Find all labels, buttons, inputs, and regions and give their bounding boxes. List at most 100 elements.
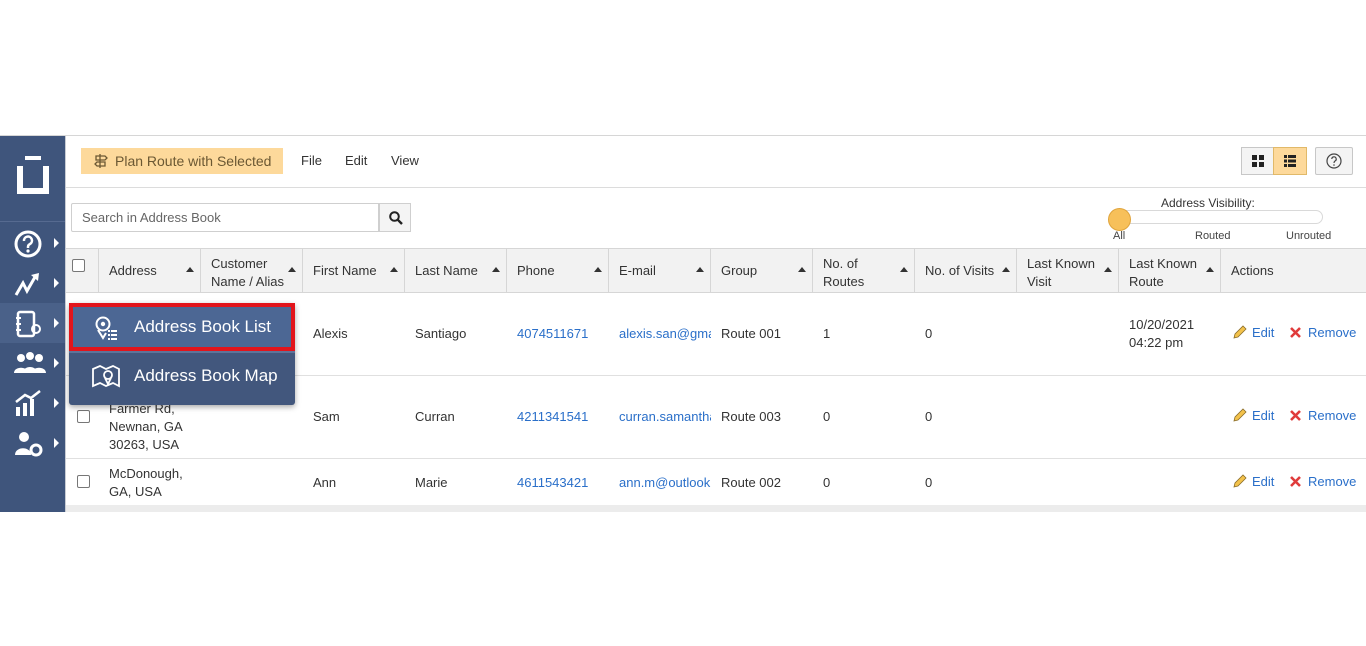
- address-cell-line: GA, USA: [109, 484, 162, 499]
- select-all-checkbox[interactable]: [72, 259, 85, 272]
- address-cell-line: Newnan, GA: [109, 419, 183, 434]
- group-cell: Route 002: [721, 475, 781, 490]
- column-header-last-visit[interactable]: Last Known Visit: [1017, 249, 1119, 292]
- visibility-title: Address Visibility:: [1161, 196, 1255, 210]
- route-plan-icon: [14, 273, 39, 296]
- menu-edit[interactable]: Edit: [345, 153, 367, 168]
- search-bar: [71, 203, 411, 232]
- email-link[interactable]: ann.m@outlook.: [619, 474, 711, 492]
- pencil-icon: [1233, 325, 1247, 339]
- address-cell-line: McDonough,: [109, 466, 183, 481]
- sidebar: [0, 136, 65, 512]
- help-button[interactable]: [1315, 147, 1353, 175]
- select-all-cell: [66, 249, 99, 292]
- sidebar-item-routes[interactable]: [0, 263, 65, 303]
- sidebar-item-help[interactable]: [0, 223, 65, 263]
- row-checkbox[interactable]: [77, 475, 90, 488]
- analytics-chart-icon: [15, 390, 41, 416]
- column-label: E-mail: [619, 263, 656, 278]
- visibility-option-all[interactable]: All: [1113, 230, 1125, 242]
- menu-file[interactable]: File: [301, 153, 322, 168]
- table-header: Address Customer Name / Alias First Name…: [66, 248, 1366, 293]
- last-name-cell: Curran: [415, 409, 455, 424]
- menu-item-label: Address Book Map: [134, 366, 278, 385]
- map-pin-icon: [92, 365, 120, 388]
- email-link[interactable]: curran.samantha: [619, 408, 711, 426]
- visibility-slider-track[interactable]: [1111, 210, 1323, 224]
- sort-arrow-icon: [900, 267, 908, 272]
- sidebar-item-analytics[interactable]: [0, 383, 65, 423]
- table-footer: [66, 505, 1366, 512]
- visibility-option-routed[interactable]: Routed: [1195, 230, 1230, 242]
- toolbar: Plan Route with Selected File Edit View: [66, 136, 1366, 188]
- column-header-email[interactable]: E-mail: [609, 249, 711, 292]
- sort-arrow-icon: [186, 267, 194, 272]
- visibility-option-unrouted[interactable]: Unrouted: [1286, 230, 1331, 242]
- sort-arrow-icon: [1206, 267, 1214, 272]
- address-book-flyout: Address Book List Address Book Map: [69, 303, 295, 405]
- plan-route-button[interactable]: Plan Route with Selected: [81, 148, 284, 174]
- menu-item-address-book-map[interactable]: Address Book Map: [69, 353, 295, 399]
- plan-route-label: Plan Route with Selected: [115, 153, 272, 169]
- list-view-button[interactable]: [1273, 147, 1307, 175]
- chevron-right-icon: [54, 398, 59, 408]
- column-header-last-name[interactable]: Last Name: [405, 249, 507, 292]
- remove-link[interactable]: Remove: [1308, 408, 1356, 423]
- sidebar-item-address-book[interactable]: [0, 303, 65, 343]
- edit-link[interactable]: Edit: [1252, 474, 1274, 489]
- sort-arrow-icon: [288, 267, 296, 272]
- grid-view-button[interactable]: [1241, 147, 1275, 175]
- search-input[interactable]: [71, 203, 379, 232]
- logo[interactable]: [0, 136, 65, 222]
- visits-count-cell: 0: [925, 409, 933, 424]
- sort-arrow-icon: [492, 267, 500, 272]
- grid-icon: [1252, 155, 1264, 167]
- remove-link[interactable]: Remove: [1308, 325, 1356, 340]
- search-icon: [389, 211, 403, 225]
- search-button[interactable]: [379, 203, 411, 232]
- column-label: Actions: [1231, 263, 1274, 278]
- last-route-date-cell: 10/20/2021: [1129, 317, 1195, 332]
- chevron-right-icon: [54, 438, 59, 448]
- menu-view[interactable]: View: [391, 153, 419, 168]
- last-route-time-cell: 04:22 pm: [1129, 335, 1184, 350]
- column-label: Phone: [517, 263, 555, 278]
- first-name-cell: Sam: [313, 409, 340, 424]
- email-link[interactable]: alexis.san@gmai: [619, 325, 711, 343]
- menu-item-address-book-list[interactable]: Address Book List: [69, 303, 295, 351]
- visibility-slider-handle[interactable]: [1108, 208, 1131, 231]
- remove-link[interactable]: Remove: [1308, 474, 1356, 489]
- column-header-phone[interactable]: Phone: [507, 249, 609, 292]
- list-icon: [1284, 155, 1296, 167]
- column-header-first-name[interactable]: First Name: [303, 249, 405, 292]
- sort-arrow-icon: [798, 267, 806, 272]
- column-label: First Name: [313, 263, 377, 278]
- column-header-address[interactable]: Address: [99, 249, 201, 292]
- phone-link[interactable]: 4074511671: [517, 325, 607, 343]
- chevron-right-icon: [54, 238, 59, 248]
- sidebar-item-settings[interactable]: [0, 423, 65, 463]
- column-header-group[interactable]: Group: [711, 249, 813, 292]
- column-header-last-route[interactable]: Last Known Route: [1119, 249, 1221, 292]
- phone-link[interactable]: 4611543421: [517, 474, 607, 492]
- column-label: Name / Alias: [211, 274, 284, 289]
- column-header-routes[interactable]: No. of Routes: [813, 249, 915, 292]
- sidebar-item-team[interactable]: [0, 343, 65, 383]
- phone-link[interactable]: 4211341541: [517, 408, 607, 426]
- group-cell: Route 001: [721, 326, 781, 341]
- edit-link[interactable]: Edit: [1252, 325, 1274, 340]
- sort-arrow-icon: [594, 267, 602, 272]
- column-header-customer[interactable]: Customer Name / Alias: [201, 249, 303, 292]
- table-row[interactable]: McDonough, GA, USA Ann Marie 4611543421 …: [66, 459, 1366, 506]
- group-cell: Route 003: [721, 409, 781, 424]
- column-header-actions: Actions: [1221, 249, 1366, 292]
- pencil-icon: [1233, 474, 1247, 488]
- chevron-right-icon: [54, 278, 59, 288]
- edit-link[interactable]: Edit: [1252, 408, 1274, 423]
- pin-list-icon: [95, 316, 117, 340]
- routes-count-cell: 0: [823, 409, 831, 424]
- remove-x-icon: [1290, 327, 1301, 338]
- column-header-visits[interactable]: No. of Visits: [915, 249, 1017, 292]
- row-checkbox[interactable]: [77, 410, 90, 423]
- question-icon: [1326, 153, 1342, 169]
